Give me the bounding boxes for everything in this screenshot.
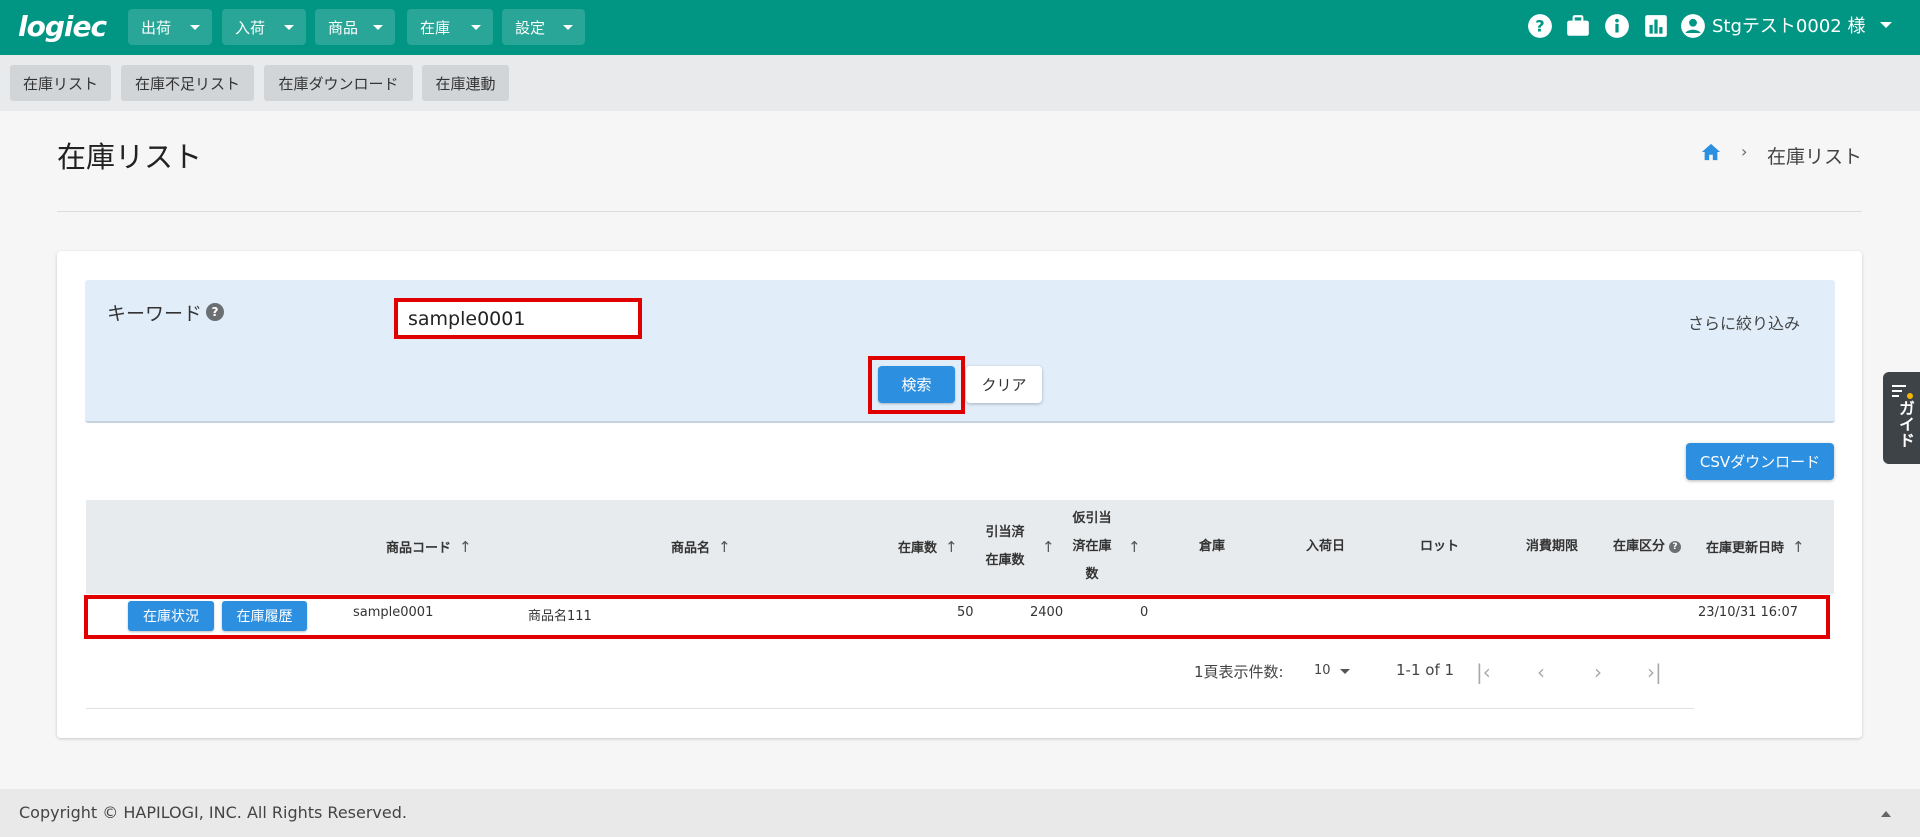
subnav-inventory-list[interactable]: 在庫リスト [10,65,111,101]
chevron-down-icon [190,25,200,30]
col-code-label: 商品コード [386,541,452,556]
divider [57,211,1862,212]
subnav-shortage-list[interactable]: 在庫不足リスト [121,65,254,101]
col-temp-allocated[interactable]: 仮引当 済在庫 数 [1068,505,1116,589]
search-button[interactable]: 検索 [878,366,955,403]
nav-products-label: 商品 [328,18,359,37]
nav-receiving-label: 入荷 [235,18,266,37]
col-warehouse: 倉庫 [1199,539,1226,554]
copyright: Copyright © HAPILOGI, INC. All Rights Re… [19,803,407,822]
nav-inventory-label: 在庫 [420,18,451,37]
prev-page-icon[interactable]: ‹ [1537,660,1545,684]
col-allocated-sort[interactable]: ↑ [1034,533,1055,563]
csv-download-button[interactable]: CSVダウンロード [1686,443,1834,480]
col-temp-label-3: 数 [1085,567,1099,582]
col-expiry: 消費期限 [1526,539,1579,554]
col-temp-label-2: 済在庫 [1072,539,1112,554]
nav-settings-label: 設定 [515,18,546,37]
help-icon[interactable]: ? [206,303,224,321]
scroll-top-icon[interactable] [1881,811,1891,817]
col-name-label: 商品名 [671,541,711,556]
info-icon[interactable] [1604,13,1630,39]
sort-arrow-icon: ↑ [1792,538,1805,556]
cell-updated: 23/10/31 16:07 [1698,605,1798,620]
col-name[interactable]: 商品名 ↑ [671,533,731,563]
page-title: 在庫リスト [57,140,203,174]
chevron-down-icon [471,25,481,30]
nav-receiving[interactable]: 入荷 [222,9,306,45]
next-page-icon[interactable]: › [1594,660,1602,684]
cell-stock: 50 [957,605,974,620]
col-arrival: 入荷日 [1306,539,1346,554]
col-updated-label: 在庫更新日時 [1706,541,1785,556]
per-page-select[interactable]: 10 [1314,663,1331,678]
subnav-inventory-download[interactable]: 在庫ダウンロード [264,65,413,101]
nav-shipping[interactable]: 出荷 [128,9,212,45]
col-lot: ロット [1420,539,1460,554]
col-stock[interactable]: 在庫数 ↑ [898,533,958,563]
last-page-icon[interactable]: ›| [1647,660,1662,684]
sort-arrow-icon: ↑ [1042,538,1055,556]
svg-text:?: ? [1535,16,1544,35]
cell-code: sample0001 [353,605,434,620]
col-category-label: 在庫区分 [1613,539,1666,554]
cell-allocated: 2400 [1030,605,1064,620]
nav-settings[interactable]: 設定 [502,9,585,45]
keyword-input[interactable]: sample0001 [394,298,642,339]
list-icon [1892,385,1906,397]
breadcrumb-current: 在庫リスト [1767,146,1863,168]
cell-name: 商品名111 [528,609,592,624]
logo[interactable]: logiec [18,10,107,43]
per-page-label: 1頁表示件数: [1194,663,1284,681]
stock-history-button[interactable]: 在庫履歴 [222,601,307,631]
col-temp-sort[interactable]: ↑ [1120,533,1141,563]
col-code[interactable]: 商品コード ↑ [386,533,472,563]
first-page-icon[interactable]: |‹ [1476,660,1491,684]
col-allocated-label-2: 在庫数 [985,553,1025,568]
sort-arrow-icon: ↑ [459,538,472,556]
user-name[interactable]: Stgテスト0002 様 [1712,12,1865,38]
chevron-down-icon [563,25,573,30]
keyword-label: キーワード [107,303,203,325]
nav-inventory[interactable]: 在庫 [407,9,493,45]
sort-arrow-icon: ↑ [1128,538,1141,556]
sort-arrow-icon: ↑ [718,538,731,556]
chevron-down-icon[interactable] [1340,669,1350,674]
col-temp-label-1: 仮引当 [1072,511,1112,526]
help-icon[interactable]: ? [1669,540,1682,553]
home-icon[interactable] [1700,142,1722,162]
guide-label[interactable]: ガイド [1893,400,1917,448]
nav-shipping-label: 出荷 [141,18,172,37]
stock-status-button[interactable]: 在庫状況 [128,601,214,631]
col-allocated[interactable]: 引当済 在庫数 [982,519,1028,575]
breadcrumb-separator: › [1741,142,1748,161]
clear-button[interactable]: クリア [966,366,1042,403]
chart-icon[interactable] [1643,13,1669,39]
col-updated[interactable]: 在庫更新日時 ↑ [1706,533,1805,563]
notification-dot [1907,393,1913,399]
page-range: 1-1 of 1 [1396,661,1455,679]
cell-temp: 0 [1140,605,1149,620]
nav-products[interactable]: 商品 [315,9,395,45]
divider [86,708,1694,709]
chevron-down-icon [373,25,383,30]
col-category: 在庫区分? [1613,533,1682,561]
briefcase-icon[interactable] [1565,13,1591,39]
subnav-inventory-sync[interactable]: 在庫連動 [422,65,509,101]
help-icon[interactable]: ? [1527,13,1553,39]
col-stock-label: 在庫数 [898,541,938,556]
sort-arrow-icon: ↑ [945,538,958,556]
chevron-down-icon [284,25,294,30]
col-allocated-label-1: 引当済 [985,525,1025,540]
more-filter-link[interactable]: さらに絞り込み [1688,310,1800,334]
chevron-down-icon[interactable] [1880,22,1892,28]
account-icon[interactable] [1680,13,1706,39]
